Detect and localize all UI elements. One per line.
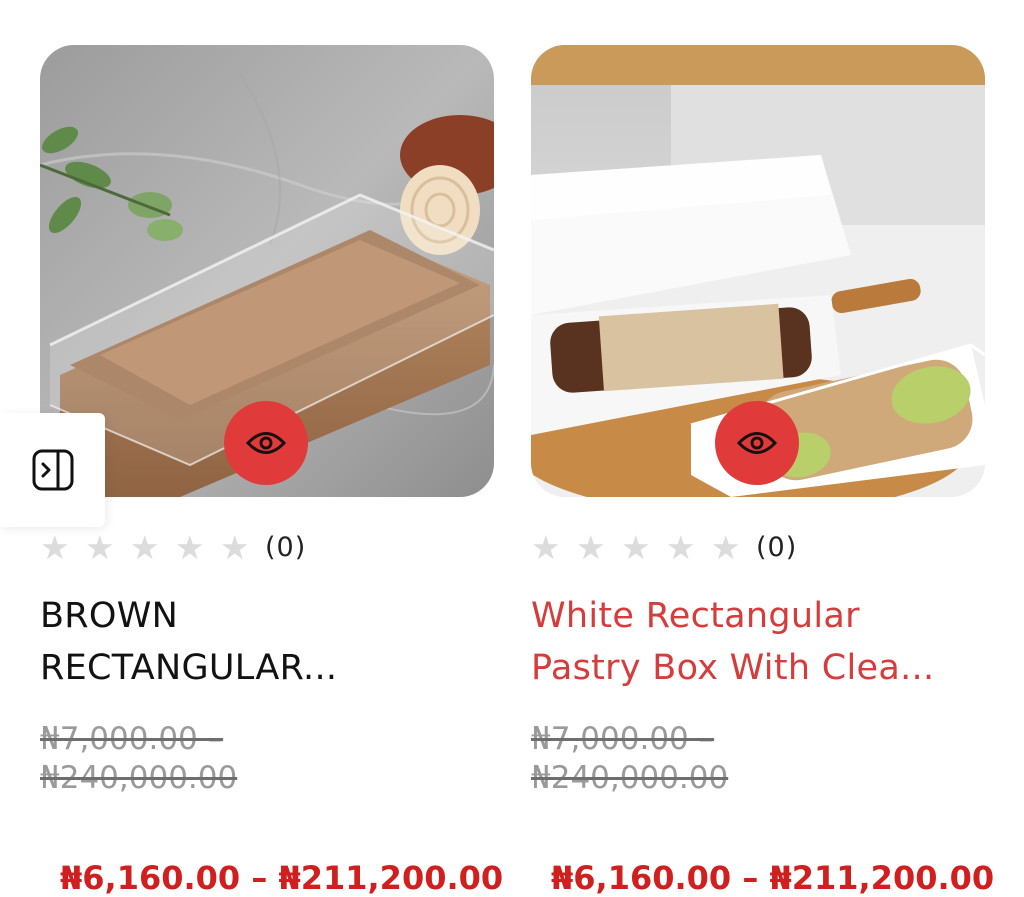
regular-price: ₦7,000.00 – ₦240,000.00 bbox=[40, 720, 237, 798]
rating-count: (0) bbox=[756, 531, 798, 563]
eye-icon bbox=[737, 432, 777, 454]
star-icon: ★ bbox=[531, 527, 561, 567]
product-title-line: RECTANGULAR... bbox=[40, 648, 338, 688]
star-icon: ★ bbox=[130, 527, 160, 567]
regular-price-line: ₦240,000.00 bbox=[531, 760, 729, 796]
star-icon: ★ bbox=[711, 527, 741, 567]
sidebar-expand-icon bbox=[32, 449, 73, 491]
star-icon: ★ bbox=[85, 527, 115, 567]
star-icon: ★ bbox=[220, 527, 250, 567]
quick-view-button[interactable] bbox=[715, 401, 799, 485]
sidebar-toggle-button[interactable] bbox=[0, 413, 105, 527]
product-card[interactable]: ★ ★ ★ ★ ★ (0) BROWN RECTANGULAR... ₦7,00… bbox=[40, 45, 503, 897]
eye-icon bbox=[246, 432, 286, 454]
product-image[interactable] bbox=[531, 45, 985, 497]
rating-count: (0) bbox=[265, 531, 307, 563]
regular-price-line: ₦7,000.00 – bbox=[531, 721, 715, 757]
product-title-line: Pastry Box With Clea... bbox=[531, 648, 935, 688]
sale-price: ₦6,160.00 – ₦211,200.00 bbox=[60, 859, 504, 897]
regular-price: ₦7,000.00 – ₦240,000.00 bbox=[531, 720, 728, 798]
product-title-line: White Rectangular bbox=[531, 596, 860, 636]
product-card[interactable]: ★ ★ ★ ★ ★ (0) White Rectangular Pastry B… bbox=[531, 45, 994, 897]
star-icon: ★ bbox=[40, 527, 70, 567]
quick-view-button[interactable] bbox=[224, 401, 308, 485]
rating: ★ ★ ★ ★ ★ (0) bbox=[40, 529, 306, 565]
product-title-line: BROWN bbox=[40, 596, 179, 636]
product-title[interactable]: White Rectangular Pastry Box With Clea..… bbox=[531, 590, 985, 694]
product-title[interactable]: BROWN RECTANGULAR... bbox=[40, 590, 494, 694]
star-icon: ★ bbox=[175, 527, 205, 567]
sale-price: ₦6,160.00 – ₦211,200.00 bbox=[551, 859, 995, 897]
star-icon: ★ bbox=[621, 527, 651, 567]
rating: ★ ★ ★ ★ ★ (0) bbox=[531, 529, 797, 565]
product-image[interactable] bbox=[40, 45, 494, 497]
regular-price-line: ₦7,000.00 – bbox=[40, 721, 224, 757]
regular-price-line: ₦240,000.00 bbox=[40, 760, 238, 796]
star-icon: ★ bbox=[666, 527, 696, 567]
star-icon: ★ bbox=[576, 527, 606, 567]
